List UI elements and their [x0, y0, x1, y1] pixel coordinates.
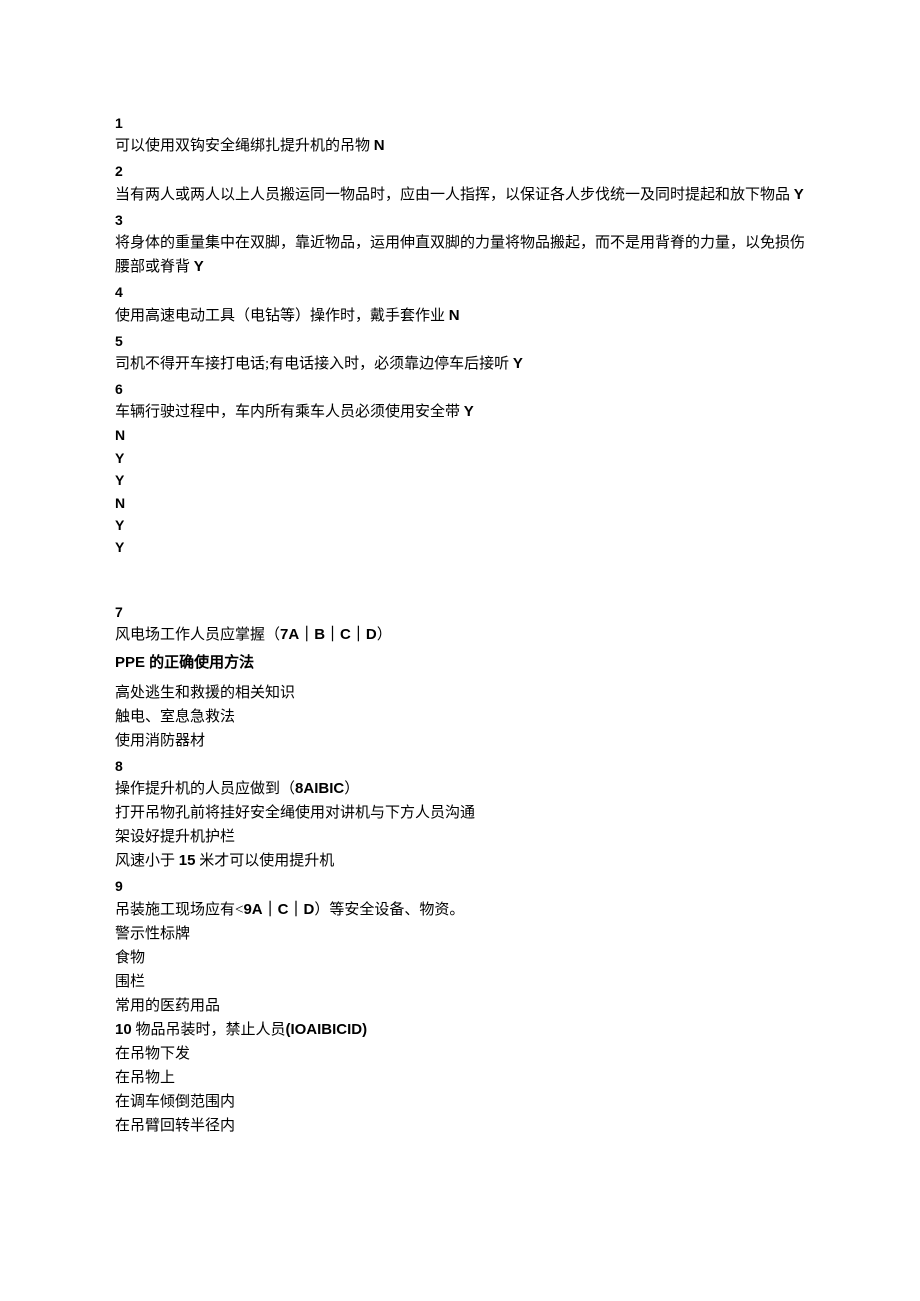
- question-text: 10 物品吊装时，禁止人员(IOAIBICID): [115, 1018, 805, 1042]
- question-number: 9: [115, 875, 805, 897]
- question-text: 使用高速电动工具（电钻等）操作时，戴手套作业 N: [115, 304, 805, 328]
- question-number: 5: [115, 330, 805, 352]
- option-text-pre: 风速小于: [115, 853, 179, 869]
- inline-answer: N: [449, 307, 460, 324]
- question-text: 风电场工作人员应掌握（7A｜B｜C｜D）: [115, 623, 805, 647]
- question-text: 当有两人或两人以上人员搬运同一物品时，应由一人指挥，以保证各人步伐统一及同时提起…: [115, 183, 805, 207]
- question-number: 6: [115, 378, 805, 400]
- section-gap: [115, 559, 805, 599]
- question-stem-post: ）等安全设备、物资。: [314, 902, 464, 918]
- question-number: 8: [115, 755, 805, 777]
- inline-answer: Y: [513, 355, 523, 372]
- answer-letter: Y: [115, 514, 805, 536]
- question-stem-post: ）: [377, 627, 392, 643]
- option: 常用的医药用品: [115, 994, 805, 1018]
- question-text: 将身体的重量集中在双脚，靠近物品，运用伸直双脚的力量将物品搬起，而不是用背脊的力…: [115, 231, 805, 279]
- question-number: 7: [115, 601, 805, 623]
- option: 架设好提升机护栏: [115, 825, 805, 849]
- answer-letter: N: [115, 424, 805, 446]
- answer-letter: Y: [115, 447, 805, 469]
- answer-summary-list: NYYNYY: [115, 424, 805, 558]
- answer-code: (IOAIBICID): [285, 1021, 367, 1038]
- question-stem-pre: 风电场工作人员应掌握（: [115, 627, 280, 643]
- answer-code: 8AIBIC: [295, 780, 344, 797]
- option: 在吊臂回转半径内: [115, 1114, 805, 1138]
- answer-code: 7A｜B｜C｜D: [280, 626, 377, 643]
- question-stem: 使用高速电动工具（电钻等）操作时，戴手套作业: [115, 308, 449, 324]
- question-stem: 车辆行驶过程中，车内所有乘车人员必须使用安全带: [115, 404, 464, 420]
- inline-answer: Y: [794, 186, 804, 203]
- option: 警示性标牌: [115, 922, 805, 946]
- answer-letter: N: [115, 492, 805, 514]
- question-number: 3: [115, 209, 805, 231]
- question-text: 司机不得开车接打电话;有电话接入时，必须靠边停车后接听 Y: [115, 352, 805, 376]
- option: 触电、室息急救法: [115, 705, 805, 729]
- tf-section: 1可以使用双钩安全绳绑扎提升机的吊物 N2当有两人或两人以上人员搬运同一物品时，…: [115, 112, 805, 424]
- question-stem-pre: 操作提升机的人员应做到（: [115, 781, 295, 797]
- inline-answer: Y: [464, 403, 474, 420]
- question-stem: 可以使用双钩安全绳绑扎提升机的吊物: [115, 138, 374, 154]
- question-number: 2: [115, 160, 805, 182]
- question-text: 车辆行驶过程中，车内所有乘车人员必须使用安全带 Y: [115, 400, 805, 424]
- option: 围栏: [115, 970, 805, 994]
- question-stem: 司机不得开车接打电话;有电话接入时，必须靠边停车后接听: [115, 356, 513, 372]
- question-number-inline: 10: [115, 1021, 132, 1038]
- option: 打开吊物孔前将挂好安全绳使用对讲机与下方人员沟通: [115, 801, 805, 825]
- inline-answer: N: [374, 137, 385, 154]
- question-text: 可以使用双钩安全绳绑扎提升机的吊物 N: [115, 134, 805, 158]
- option: 在吊物下发: [115, 1042, 805, 1066]
- question-number: 1: [115, 112, 805, 134]
- question-stem: 将身体的重量集中在双脚，靠近物品，运用伸直双脚的力量将物品搬起，而不是用背脊的力…: [115, 235, 805, 275]
- option-text-post: 米才可以使用提升机: [195, 853, 334, 869]
- question-stem-pre: 吊装施工现场应有<: [115, 902, 243, 918]
- question-stem-post: ）: [344, 781, 359, 797]
- option: 在吊物上: [115, 1066, 805, 1090]
- option-text-bold: 15: [179, 852, 196, 869]
- question-stem-pre: 物品吊装时，禁止人员: [132, 1022, 286, 1038]
- document-page: 1可以使用双钩安全绳绑扎提升机的吊物 N2当有两人或两人以上人员搬运同一物品时，…: [0, 0, 920, 1301]
- question-text: 操作提升机的人员应做到（8AIBIC）: [115, 777, 805, 801]
- question-text: 吊装施工现场应有<9A｜C｜D）等安全设备、物资。: [115, 898, 805, 922]
- option: 食物: [115, 946, 805, 970]
- answer-letter: Y: [115, 469, 805, 491]
- option: 高处逃生和救援的相关知识: [115, 681, 805, 705]
- option: 风速小于 15 米才可以使用提升机: [115, 849, 805, 873]
- option: PPE 的正确使用方法: [115, 651, 805, 675]
- option: 在调车倾倒范围内: [115, 1090, 805, 1114]
- question-stem: 当有两人或两人以上人员搬运同一物品时，应由一人指挥，以保证各人步伐统一及同时提起…: [115, 187, 794, 203]
- answer-letter: Y: [115, 536, 805, 558]
- option: 使用消防器材: [115, 729, 805, 753]
- inline-answer: Y: [194, 258, 204, 275]
- question-number: 4: [115, 281, 805, 303]
- option-text: PPE 的正确使用方法: [115, 654, 254, 671]
- answer-code: 9A｜C｜D: [243, 901, 314, 918]
